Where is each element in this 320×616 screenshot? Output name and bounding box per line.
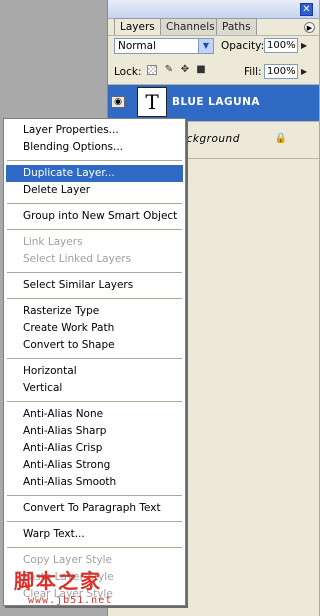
eye-icon[interactable]: ◉ [111, 96, 125, 108]
menu-item-anti-alias-none[interactable]: Anti-Alias None [6, 406, 183, 423]
blend-mode-value: Normal [118, 40, 156, 52]
menu-separator [7, 298, 182, 299]
menu-separator [7, 401, 182, 402]
lock-all-icon[interactable]: ■ [196, 65, 206, 75]
opacity-label: Opacity: [221, 40, 265, 52]
tab-layers[interactable]: Layers [114, 18, 161, 36]
menu-item-warp-text[interactable]: Warp Text... [6, 526, 183, 543]
tab-paths[interactable]: Paths [216, 18, 257, 35]
menu-item-select-linked-layers: Select Linked Layers [23, 253, 132, 265]
menu-item-anti-alias-crisp[interactable]: Anti-Alias Crisp [6, 440, 183, 457]
layer-row-blue-laguna[interactable]: ◉ T BLUE LAGUNA [108, 85, 319, 121]
lock-label: Lock: [114, 66, 142, 78]
menu-separator [7, 160, 182, 161]
fill-label: Fill: [244, 66, 262, 78]
menu-item-anti-alias-smooth[interactable]: Anti-Alias Smooth [6, 474, 183, 491]
menu-separator [7, 495, 182, 496]
menu-item-delete-layer[interactable]: Delete Layer [6, 182, 183, 199]
menu-item-anti-alias-sharp[interactable]: Anti-Alias Sharp [6, 423, 183, 440]
lock-move-icon[interactable]: ✥ [180, 65, 190, 75]
close-icon[interactable]: ✕ [300, 3, 313, 16]
chevron-down-icon[interactable]: ▼ [198, 39, 213, 53]
menu-item-vertical[interactable]: Vertical [6, 380, 183, 397]
menu-separator [7, 203, 182, 204]
fill-field[interactable]: 100% [264, 64, 298, 79]
menu-item-convert-paragraph-text[interactable]: Convert To Paragraph Text [6, 500, 183, 517]
menu-item-group-smart-object[interactable]: Group into New Smart Object [6, 208, 183, 225]
menu-separator [7, 229, 182, 230]
menu-separator [7, 272, 182, 273]
menu-item-duplicate-layer[interactable]: Duplicate Layer... [6, 165, 183, 182]
opacity-field[interactable]: 100% [264, 38, 298, 53]
opacity-arrow-icon[interactable]: ▶ [301, 41, 307, 50]
watermark-logo: 脚本之家 [14, 569, 102, 593]
panel-menu-icon[interactable]: ▶ [304, 22, 315, 33]
menu-item-select-similar-layers[interactable]: Select Similar Layers [6, 277, 183, 294]
lock-transparent-icon[interactable] [147, 65, 157, 75]
menu-item-blending-options[interactable]: Blending Options... [6, 139, 183, 156]
menu-separator [7, 521, 182, 522]
layer-context-menu: Layer Properties... Blending Options... … [3, 118, 186, 606]
menu-item-convert-to-shape[interactable]: Convert to Shape [6, 337, 183, 354]
tab-channels[interactable]: Channels [160, 18, 221, 35]
padlock-icon: 🔒 [274, 133, 287, 144]
menu-item-layer-properties[interactable]: Layer Properties... [6, 122, 183, 139]
menu-item-create-work-path[interactable]: Create Work Path [6, 320, 183, 337]
fill-arrow-icon[interactable]: ▶ [301, 67, 307, 76]
menu-item-anti-alias-strong[interactable]: Anti-Alias Strong [6, 457, 183, 474]
blend-mode-select[interactable]: Normal ▼ [114, 38, 214, 54]
divider [108, 35, 319, 36]
menu-item-rasterize-type[interactable]: Rasterize Type [6, 303, 183, 320]
lock-brush-icon[interactable]: ✎ [164, 65, 174, 75]
panel-title-bar[interactable] [108, 0, 319, 19]
menu-separator [7, 358, 182, 359]
layer-name[interactable]: BLUE LAGUNA [172, 96, 260, 108]
type-layer-thumbnail: T [137, 87, 167, 117]
menu-item-horizontal[interactable]: Horizontal [6, 363, 183, 380]
watermark-url: www.jb51.net [28, 595, 113, 606]
menu-item-link-layers: Link Layers [23, 236, 83, 248]
menu-separator [7, 547, 182, 548]
